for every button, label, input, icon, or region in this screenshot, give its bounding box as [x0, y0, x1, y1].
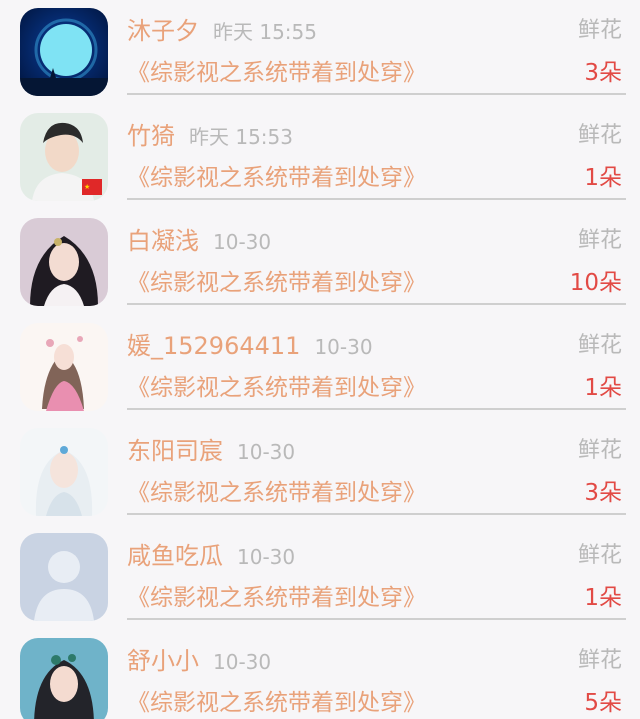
sender-name-text[interactable]: 东阳司宸	[127, 437, 223, 465]
book-title[interactable]: 《综影视之系统带着到处穿》	[127, 55, 426, 91]
book-title[interactable]: 《综影视之系统带着到处穿》	[127, 160, 426, 196]
divider	[127, 93, 626, 95]
gift-type: 鲜花	[577, 543, 622, 568]
white-hair-man-avatar[interactable]	[20, 428, 108, 516]
gift-type: 鲜花	[577, 333, 622, 358]
sender-name-text[interactable]: 竹猗	[127, 122, 175, 150]
gift-type: 鲜花	[577, 228, 622, 253]
sender-name-text[interactable]: 白凝浅	[127, 227, 199, 255]
timestamp: 10-30	[237, 440, 296, 464]
book-title[interactable]: 《综影视之系统带着到处穿》	[127, 475, 426, 511]
sender-name[interactable]: 东阳司宸 10-30	[127, 433, 295, 470]
list-item[interactable]: 咸鱼吃瓜 10-30 鲜花 《综影视之系统带着到处穿》 1朵	[0, 525, 640, 630]
timestamp: 10-30	[237, 545, 296, 569]
sender-name-text[interactable]: 舒小小	[127, 647, 199, 675]
svg-text:★: ★	[84, 183, 90, 191]
timestamp: 10-30	[314, 335, 373, 359]
sender-name[interactable]: 舒小小 10-30	[127, 643, 271, 680]
list-item[interactable]: 舒小小 10-30 鲜花 《综影视之系统带着到处穿》 5朵	[0, 630, 640, 719]
book-title[interactable]: 《综影视之系统带着到处穿》	[127, 370, 426, 406]
gift-count: 1朵	[584, 375, 622, 401]
sender-name[interactable]: 沐子夕 昨天 15:55	[127, 13, 317, 50]
book-title[interactable]: 《综影视之系统带着到处穿》	[127, 685, 426, 719]
divider	[127, 618, 626, 620]
book-title[interactable]: 《综影视之系统带着到处穿》	[127, 265, 426, 301]
costume-woman-avatar[interactable]	[20, 218, 108, 306]
gift-count: 5朵	[584, 690, 622, 716]
illustrated-woman-avatar[interactable]	[20, 323, 108, 411]
sender-name[interactable]: 咸鱼吃瓜 10-30	[127, 538, 295, 575]
gift-count: 3朵	[584, 60, 622, 86]
sender-name-text[interactable]: 媛_152964411	[127, 332, 300, 360]
gift-count: 10朵	[569, 270, 622, 296]
timestamp: 10-30	[213, 230, 272, 254]
costume-woman-avatar[interactable]	[20, 638, 108, 719]
timestamp: 10-30	[213, 650, 272, 674]
sender-name-text[interactable]: 沐子夕	[127, 17, 199, 45]
book-title[interactable]: 《综影视之系统带着到处穿》	[127, 580, 426, 616]
gift-type: 鲜花	[577, 123, 622, 148]
gift-type: 鲜花	[577, 648, 622, 673]
list-item[interactable]: 东阳司宸 10-30 鲜花 《综影视之系统带着到处穿》 3朵	[0, 420, 640, 525]
divider	[127, 408, 626, 410]
timestamp: 昨天 15:55	[213, 20, 317, 44]
gift-count: 1朵	[584, 165, 622, 191]
gift-count: 1朵	[584, 585, 622, 611]
gift-count: 3朵	[584, 480, 622, 506]
gift-list: 沐子夕 昨天 15:55 鲜花 《综影视之系统带着到处穿》 3朵 ★ 竹猗 昨天 1…	[0, 0, 640, 719]
sender-name[interactable]: 竹猗 昨天 15:53	[127, 118, 293, 155]
young-man-flag-avatar[interactable]: ★	[20, 113, 108, 201]
default-user-avatar[interactable]	[20, 533, 108, 621]
list-item[interactable]: 白凝浅 10-30 鲜花 《综影视之系统带着到处穿》 10朵	[0, 210, 640, 315]
gift-type: 鲜花	[577, 438, 622, 463]
sender-name[interactable]: 白凝浅 10-30	[127, 223, 271, 260]
timestamp: 昨天 15:53	[189, 125, 293, 149]
sender-name-text[interactable]: 咸鱼吃瓜	[127, 542, 223, 570]
list-item[interactable]: 沐子夕 昨天 15:55 鲜花 《综影视之系统带着到处穿》 3朵	[0, 0, 640, 105]
gift-type: 鲜花	[577, 18, 622, 43]
list-item[interactable]: ★ 竹猗 昨天 15:53 鲜花 《综影视之系统带着到处穿》 1朵	[0, 105, 640, 210]
divider	[127, 303, 626, 305]
divider	[127, 198, 626, 200]
divider	[127, 513, 626, 515]
sender-name[interactable]: 媛_152964411 10-30	[127, 328, 373, 365]
list-item[interactable]: 媛_152964411 10-30 鲜花 《综影视之系统带着到处穿》 1朵	[0, 315, 640, 420]
moon-silhouette-avatar[interactable]	[20, 8, 108, 96]
